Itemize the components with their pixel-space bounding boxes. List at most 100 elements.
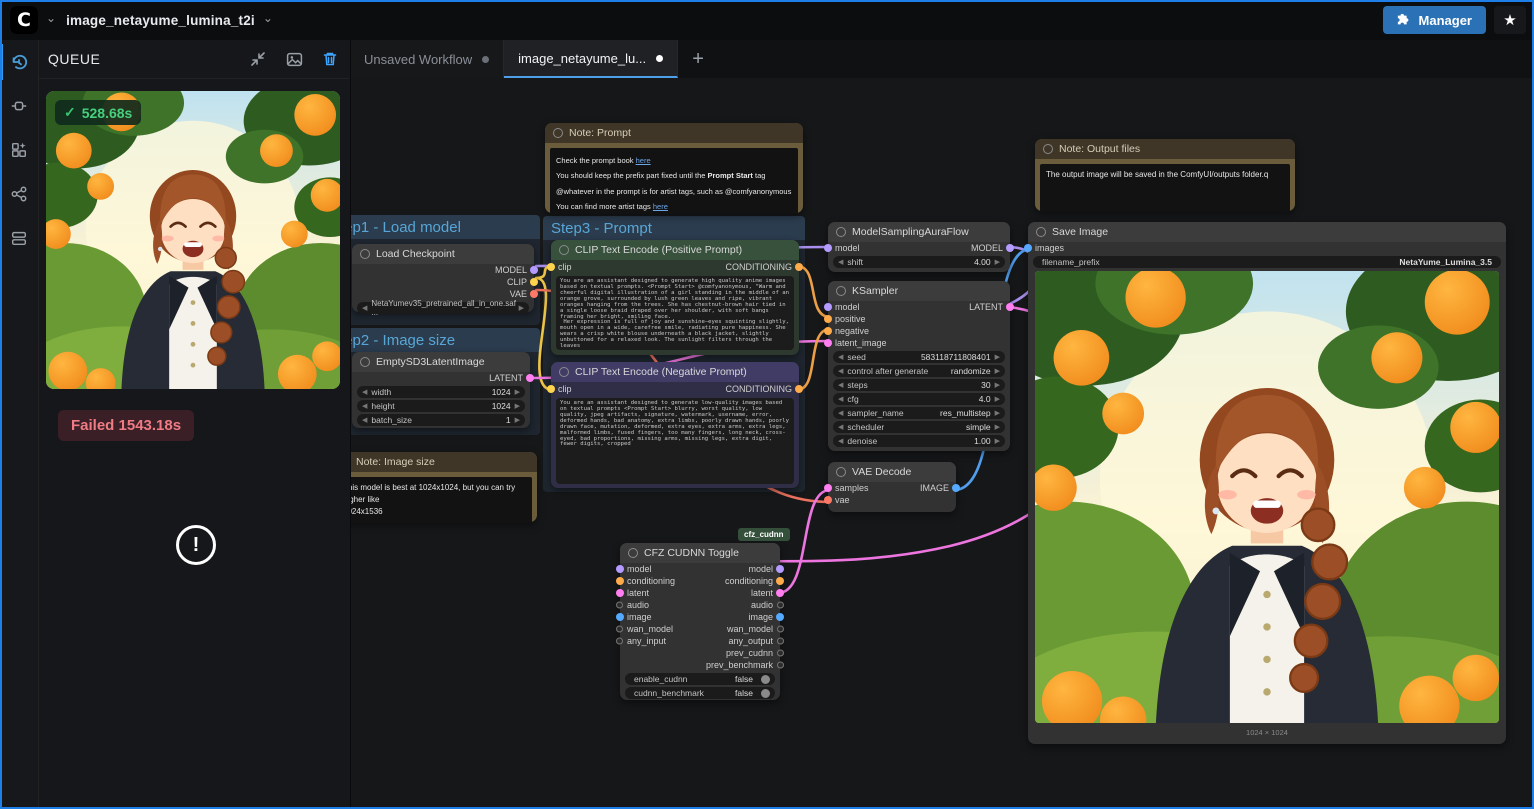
port-audio-input[interactable] <box>616 602 623 609</box>
sidebar-item-node-library[interactable] <box>0 84 38 128</box>
favorites-star-button[interactable]: ★ <box>1494 6 1526 34</box>
collapse-dot-icon[interactable] <box>553 128 563 138</box>
next-value-arrow-icon[interactable]: ▶ <box>515 402 520 410</box>
port-clip-input[interactable] <box>547 263 555 271</box>
note-text[interactable]: The output image will be saved in the Co… <box>1040 164 1290 212</box>
port-latent-output[interactable] <box>776 589 784 597</box>
node-title-bar[interactable]: CLIP Text Encode (Positive Prompt) <box>551 240 799 260</box>
collapse-dot-icon[interactable] <box>1043 144 1053 154</box>
new-tab-button[interactable]: + <box>678 40 718 78</box>
collapse-dot-icon[interactable] <box>836 467 846 477</box>
widget-shift[interactable]: ◀shift4.00▶ <box>833 256 1005 268</box>
collapse-dot-icon[interactable] <box>836 286 846 296</box>
sidebar-item-templates[interactable] <box>0 216 38 260</box>
note-text[interactable]: This model is best at 1024x1024, but you… <box>350 477 532 523</box>
chevron-down-icon[interactable]: ⌄ <box>46 11 56 25</box>
unsaved-dot-icon[interactable] <box>482 56 489 63</box>
port-images-input[interactable] <box>1024 244 1032 252</box>
collapse-dot-icon[interactable] <box>1036 227 1046 237</box>
save-image-preview[interactable] <box>1035 271 1499 723</box>
prev-value-arrow-icon[interactable]: ◀ <box>838 395 843 403</box>
node-vae-decode[interactable]: VAE Decode samplesIMAGE vae <box>828 462 956 512</box>
port-prev-cudnn-output[interactable] <box>777 650 784 657</box>
port-model-input[interactable] <box>824 244 832 252</box>
gallery-image-icon[interactable] <box>284 49 304 69</box>
note-text[interactable]: Check the prompt book hereYou should kee… <box>550 148 798 214</box>
toggle-knob-icon[interactable] <box>761 689 770 698</box>
unsaved-dot-icon[interactable] <box>656 55 663 62</box>
next-value-arrow-icon[interactable]: ▶ <box>995 395 1000 403</box>
widget-height[interactable]: ◀height1024▶ <box>357 400 525 412</box>
port-conditioning-input[interactable] <box>616 577 624 585</box>
node-title-bar[interactable]: ModelSamplingAuraFlow <box>828 222 1010 242</box>
sidebar-item-workflows[interactable] <box>0 172 38 216</box>
node-clip-text-encode-negative[interactable]: CLIP Text Encode (Negative Prompt) clipC… <box>551 362 799 488</box>
port-model-output[interactable] <box>1006 244 1014 252</box>
widget-steps[interactable]: ◀steps30▶ <box>833 379 1005 391</box>
port-model-output[interactable] <box>776 565 784 573</box>
widget-scheduler[interactable]: ◀schedulersimple▶ <box>833 421 1005 433</box>
negative-prompt-textarea[interactable]: You are an assistant designed to generat… <box>556 398 794 484</box>
port-latent-image-input[interactable] <box>824 339 832 347</box>
node-title-bar[interactable]: Note: Output files <box>1035 139 1295 159</box>
port-any-output[interactable] <box>777 638 784 645</box>
node-clip-text-encode-positive[interactable]: CLIP Text Encode (Positive Prompt) clipC… <box>551 240 799 355</box>
collapse-dot-icon[interactable] <box>360 357 370 367</box>
widget-sampler-name[interactable]: ◀sampler_nameres_multistep▶ <box>833 407 1005 419</box>
node-empty-sd3-latent-image[interactable]: EmptySD3LatentImage LATENT ◀width1024▶ ◀… <box>352 352 530 428</box>
node-note-output-files[interactable]: Note: Output files The output image will… <box>1035 139 1295 211</box>
collapse-dot-icon[interactable] <box>559 245 569 255</box>
port-audio-output[interactable] <box>777 602 784 609</box>
toggle-cudnn-benchmark[interactable]: cudnn_benchmarkfalse <box>625 687 775 699</box>
workflow-chevron-down-icon[interactable]: ⌄ <box>263 11 273 25</box>
artist-tags-link[interactable]: here <box>653 202 668 211</box>
port-conditioning-output[interactable] <box>795 263 803 271</box>
clear-queue-trash-icon[interactable] <box>320 49 340 69</box>
port-vae-input[interactable] <box>824 496 832 504</box>
port-image-input[interactable] <box>616 613 624 621</box>
prev-value-arrow-icon[interactable]: ◀ <box>838 367 843 375</box>
widget-filename-prefix[interactable]: filename_prefixNetaYume_Lumina_3.5 <box>1033 256 1501 268</box>
node-title-bar[interactable]: Load Checkpoint <box>352 244 534 264</box>
collapse-dot-icon[interactable] <box>836 227 846 237</box>
next-value-arrow-icon[interactable]: ▶ <box>519 304 524 312</box>
prev-value-arrow-icon[interactable]: ◀ <box>838 437 843 445</box>
comfyui-logo-icon[interactable]: C <box>10 6 38 34</box>
node-model-sampling-auraflow[interactable]: ModelSamplingAuraFlow modelMODEL ◀shift4… <box>828 222 1010 272</box>
widget-width[interactable]: ◀width1024▶ <box>357 386 525 398</box>
port-clip-input[interactable] <box>547 385 555 393</box>
collapse-panel-icon[interactable] <box>248 49 268 69</box>
widget-seed[interactable]: ◀seed583118711808401▶ <box>833 351 1005 363</box>
node-title-bar[interactable]: EmptySD3LatentImage <box>352 352 530 372</box>
next-value-arrow-icon[interactable]: ▶ <box>995 367 1000 375</box>
port-negative-input[interactable] <box>824 327 832 335</box>
wire-cfz-latent-to-vae[interactable] <box>778 490 830 593</box>
node-title-bar[interactable]: CLIP Text Encode (Negative Prompt) <box>551 362 799 382</box>
prompt-book-link[interactable]: here <box>636 156 651 165</box>
next-value-arrow-icon[interactable]: ▶ <box>995 353 1000 361</box>
node-cfz-cudnn-toggle[interactable]: CFZ CUDNN Toggle modelmodel conditioning… <box>620 543 780 700</box>
node-title-bar[interactable]: CFZ CUDNN Toggle <box>620 543 780 563</box>
queue-result-thumbnail[interactable]: ✓ 528.68s <box>46 91 340 389</box>
node-title-bar[interactable]: VAE Decode <box>828 462 956 482</box>
widget-ckpt-name[interactable]: ◀NetaYumev35_pretrained_all_in_one.saf .… <box>357 302 529 314</box>
tab-unsaved-workflow[interactable]: Unsaved Workflow <box>350 40 504 78</box>
node-title-bar[interactable]: KSampler <box>828 281 1010 301</box>
port-image-output[interactable] <box>952 484 960 492</box>
tab-image-netayume[interactable]: image_netayume_lu... <box>504 40 678 78</box>
widget-denoise[interactable]: ◀denoise1.00▶ <box>833 435 1005 447</box>
port-model-input[interactable] <box>616 565 624 573</box>
node-graph-canvas[interactable]: Step1 - Load model Step2 - Image size St… <box>350 78 1534 809</box>
port-positive-input[interactable] <box>824 315 832 323</box>
node-title-bar[interactable]: Note: Prompt <box>545 123 803 143</box>
port-conditioning-output[interactable] <box>795 385 803 393</box>
toggle-knob-icon[interactable] <box>761 675 770 684</box>
node-note-prompt[interactable]: Note: Prompt Check the prompt book hereY… <box>545 123 803 213</box>
widget-control-after-generate[interactable]: ◀control after generaterandomize▶ <box>833 365 1005 377</box>
prev-value-arrow-icon[interactable]: ◀ <box>838 353 843 361</box>
next-value-arrow-icon[interactable]: ▶ <box>995 423 1000 431</box>
port-any-input[interactable] <box>616 638 623 645</box>
next-value-arrow-icon[interactable]: ▶ <box>995 258 1000 266</box>
prev-value-arrow-icon[interactable]: ◀ <box>838 381 843 389</box>
port-prev-benchmark-output[interactable] <box>777 662 784 669</box>
